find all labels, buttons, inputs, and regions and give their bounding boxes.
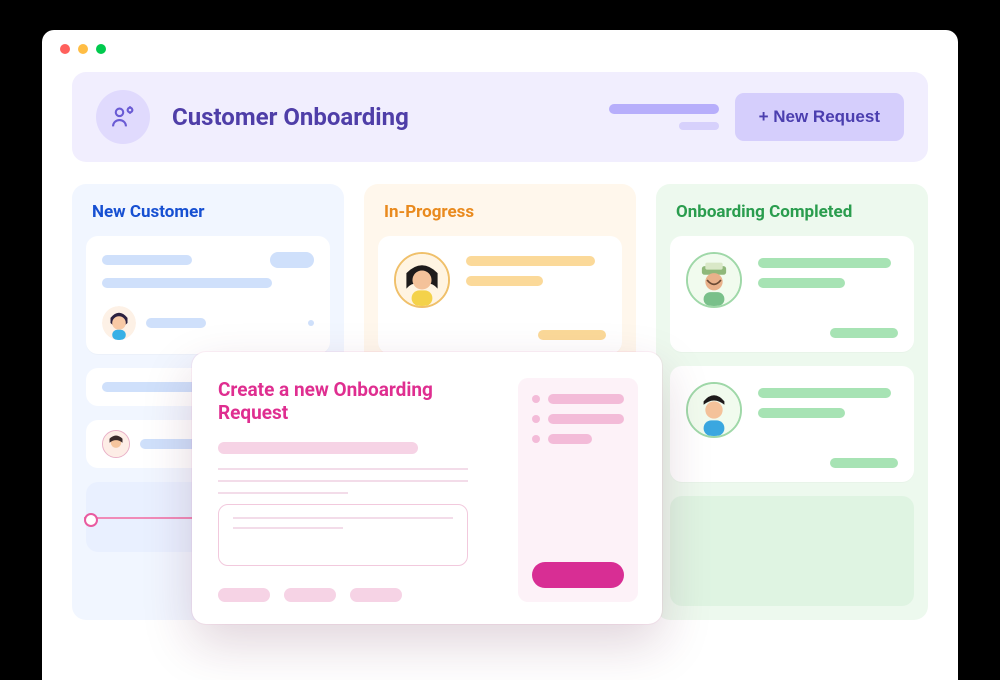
column-title: In-Progress (384, 202, 618, 222)
user-gear-icon (96, 90, 150, 144)
header-meta-placeholder (609, 104, 719, 130)
status-badge (270, 252, 314, 268)
modal-field-placeholder (218, 492, 348, 494)
kanban-card[interactable] (670, 236, 914, 352)
modal-sidebar (518, 378, 638, 602)
avatar (102, 306, 136, 340)
modal-field-placeholder (218, 442, 418, 454)
modal-field-placeholder (218, 480, 468, 482)
description-input[interactable] (218, 504, 468, 566)
page-title: Customer Onboarding (172, 103, 409, 131)
avatar (102, 430, 130, 458)
modal-actions (218, 588, 500, 602)
window-close-icon[interactable] (60, 44, 70, 54)
kanban-card[interactable] (86, 236, 330, 354)
modal-field-placeholder (218, 468, 468, 470)
create-request-modal: Create a new Onboarding Request (192, 352, 662, 624)
modal-title: Create a new Onboarding Request (218, 378, 500, 424)
card-text-placeholder (466, 252, 606, 308)
column-title: Onboarding Completed (676, 202, 910, 222)
submit-button[interactable] (532, 562, 624, 588)
column-title: New Customer (92, 202, 326, 222)
avatar (686, 252, 742, 308)
modal-action-button[interactable] (218, 588, 270, 602)
modal-action-button[interactable] (284, 588, 336, 602)
card-drop-placeholder[interactable] (670, 496, 914, 606)
card-menu-icon[interactable] (308, 320, 314, 326)
column-completed: Onboarding Completed (656, 184, 928, 620)
avatar (394, 252, 450, 308)
window-traffic-lights (42, 30, 958, 64)
page-header: Customer Onboarding + New Request (72, 72, 928, 162)
card-text-placeholder (758, 382, 898, 438)
avatar (686, 382, 742, 438)
window-minimize-icon[interactable] (78, 44, 88, 54)
modal-action-button[interactable] (350, 588, 402, 602)
window-maximize-icon[interactable] (96, 44, 106, 54)
kanban-card[interactable] (378, 236, 622, 354)
app-window: Customer Onboarding + New Request New Cu… (42, 30, 958, 680)
new-request-button[interactable]: + New Request (735, 93, 904, 141)
kanban-card[interactable] (670, 366, 914, 482)
card-text-placeholder (758, 252, 898, 308)
